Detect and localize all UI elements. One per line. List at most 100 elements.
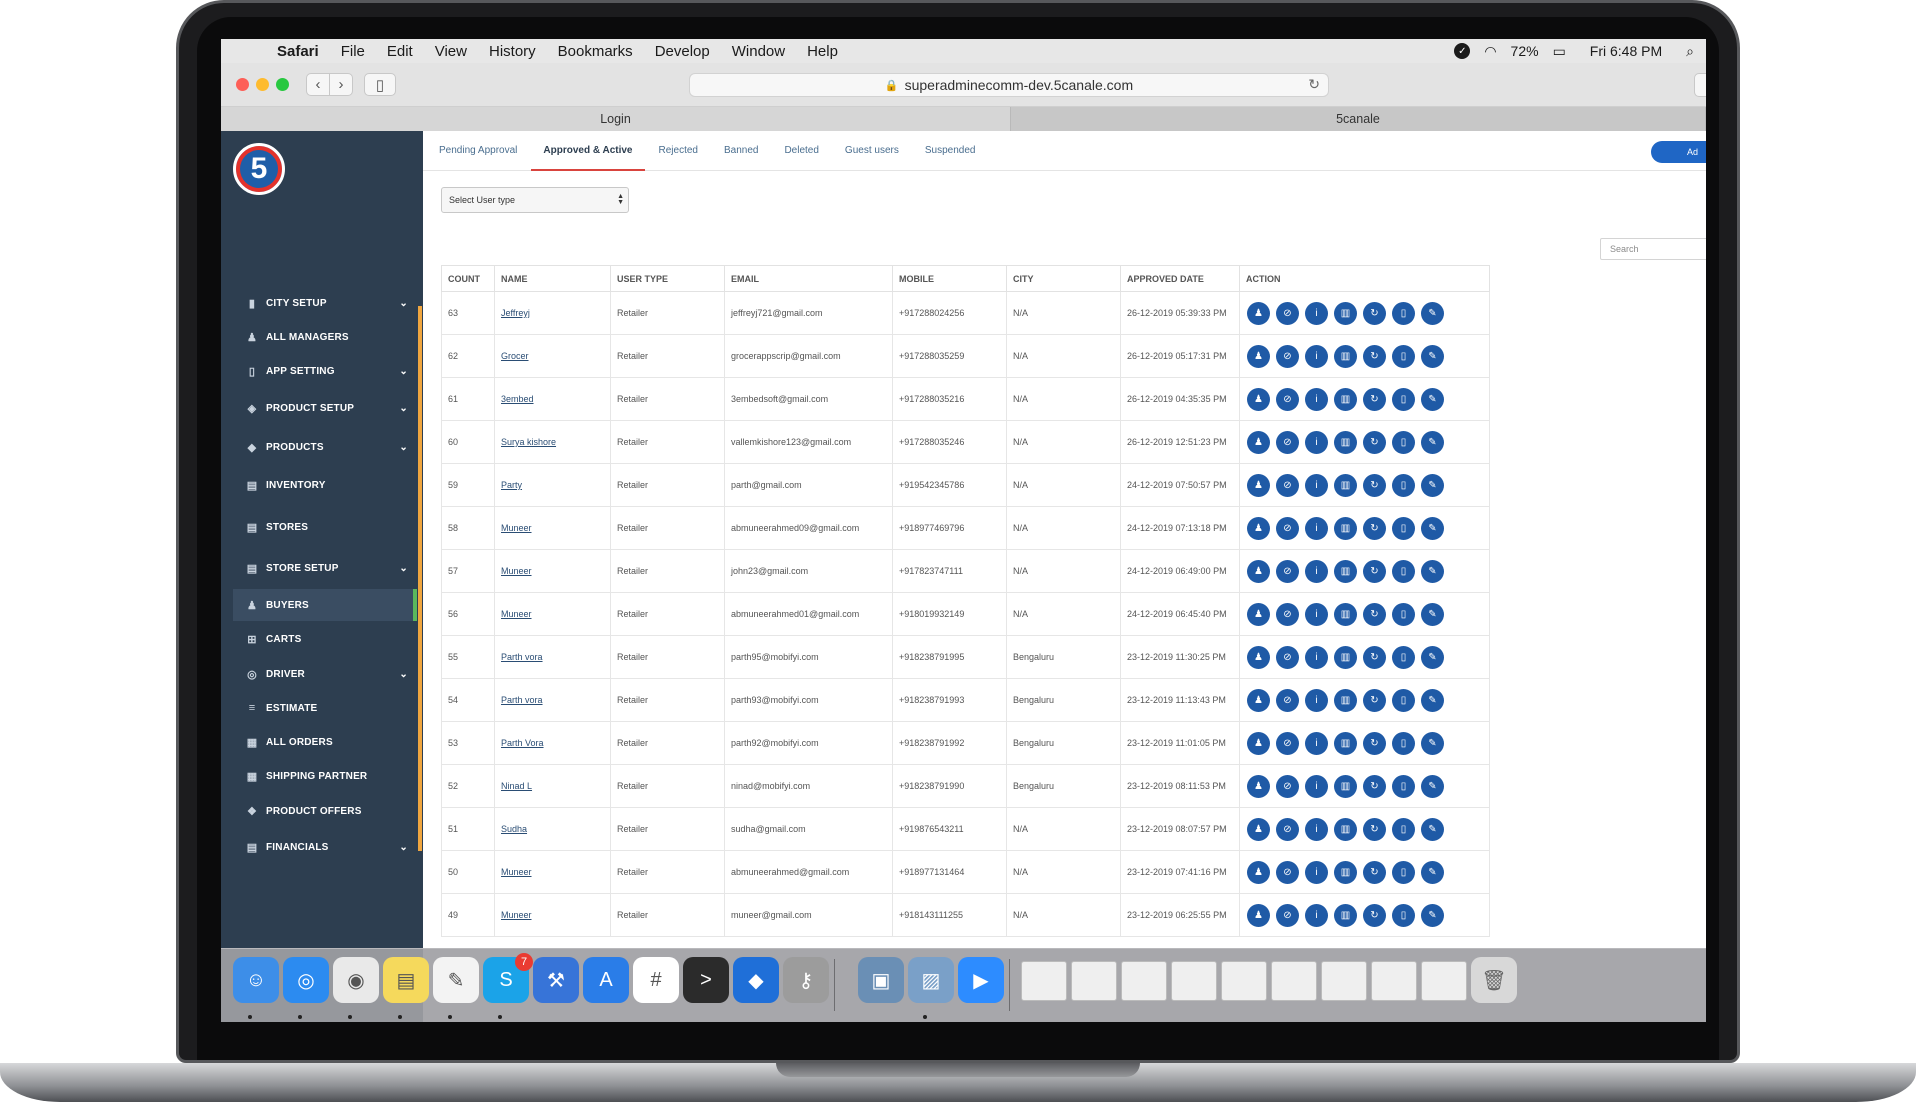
mobile-action-button[interactable]: ▯ (1392, 731, 1415, 755)
battery-icon[interactable]: ▭ (1553, 43, 1566, 60)
menu-app-name[interactable]: Safari (277, 43, 319, 60)
refresh-action-button[interactable]: ↻ (1363, 774, 1386, 798)
info-action-button[interactable]: i (1305, 473, 1328, 497)
trash-icon[interactable]: 🗑 (1471, 957, 1517, 1003)
trash-action-button[interactable]: ▥ (1334, 688, 1357, 712)
col-user-type[interactable]: USER TYPE (610, 265, 725, 292)
col-name[interactable]: NAME (494, 265, 611, 292)
edit-action-button[interactable]: ✎ (1421, 731, 1444, 755)
user-action-button[interactable]: ♟ (1247, 602, 1270, 626)
chevron-down-icon[interactable]: ⌄ (399, 442, 408, 453)
user-action-button[interactable]: ♟ (1247, 430, 1270, 454)
cell-name[interactable]: Parth vora (494, 678, 611, 722)
menu-edit[interactable]: Edit (387, 43, 413, 60)
mobile-action-button[interactable]: ▯ (1392, 602, 1415, 626)
mobile-action-button[interactable]: ▯ (1392, 301, 1415, 325)
search-input[interactable]: Search (1600, 238, 1706, 260)
sidebar-item-driver[interactable]: ◎ DRIVER ⌄ (233, 658, 413, 690)
trash-action-button[interactable]: ▥ (1334, 473, 1357, 497)
minimized-window[interactable] (1021, 961, 1067, 1001)
dock-app-finder[interactable]: ☺ (233, 957, 279, 1003)
dock-app-skype[interactable]: S7 (483, 953, 533, 1003)
battery-percent[interactable]: 72% (1511, 43, 1539, 59)
ban-action-button[interactable]: ⊘ (1276, 817, 1299, 841)
info-action-button[interactable]: i (1305, 301, 1328, 325)
browser-tab-login[interactable]: Login (221, 107, 1011, 131)
refresh-action-button[interactable]: ↻ (1363, 860, 1386, 884)
user-action-button[interactable]: ♟ (1247, 731, 1270, 755)
trash-action-button[interactable]: ▥ (1334, 774, 1357, 798)
sidebar-item-city-setup[interactable]: ▮ CITY SETUP ⌄ (233, 287, 413, 319)
refresh-action-button[interactable]: ↻ (1363, 645, 1386, 669)
refresh-action-button[interactable]: ↻ (1363, 688, 1386, 712)
dock-app-textedit[interactable]: ✎ (433, 957, 479, 1003)
refresh-action-button[interactable]: ↻ (1363, 473, 1386, 497)
edit-action-button[interactable]: ✎ (1421, 473, 1444, 497)
dock-app-chrome[interactable]: ◉ (333, 957, 379, 1003)
sidebar-item-stores[interactable]: ▤ STORES (233, 511, 413, 543)
minimized-window[interactable] (1371, 961, 1417, 1001)
user-action-button[interactable]: ♟ (1247, 817, 1270, 841)
cell-name[interactable]: Muneer (494, 506, 611, 550)
info-action-button[interactable]: i (1305, 602, 1328, 626)
col-approved-date[interactable]: APPROVED DATE (1120, 265, 1240, 292)
trash-action-button[interactable]: ▥ (1334, 301, 1357, 325)
trash-action-button[interactable]: ▥ (1334, 602, 1357, 626)
sidebar-item-estimate[interactable]: ≡ ESTIMATE (233, 692, 413, 724)
sidebar-item-product-setup[interactable]: ◈ PRODUCT SETUP ⌄ (233, 392, 413, 424)
edit-action-button[interactable]: ✎ (1421, 430, 1444, 454)
ban-action-button[interactable]: ⊘ (1276, 301, 1299, 325)
mobile-action-button[interactable]: ▯ (1392, 516, 1415, 540)
menu-bookmarks[interactable]: Bookmarks (558, 43, 633, 60)
trash-action-button[interactable]: ▥ (1334, 645, 1357, 669)
edit-action-button[interactable]: ✎ (1421, 903, 1444, 927)
close-window-button[interactable] (236, 78, 249, 91)
chevron-down-icon[interactable]: ⌄ (399, 842, 408, 853)
browser-tab-5canale[interactable]: 5canale (1011, 107, 1706, 131)
menu-file[interactable]: File (341, 43, 365, 60)
trash-action-button[interactable]: ▥ (1334, 430, 1357, 454)
refresh-action-button[interactable]: ↻ (1363, 559, 1386, 583)
ban-action-button[interactable]: ⊘ (1276, 473, 1299, 497)
edit-action-button[interactable]: ✎ (1421, 344, 1444, 368)
minimized-window[interactable] (1071, 961, 1117, 1001)
forward-button[interactable]: › (329, 73, 353, 96)
info-action-button[interactable]: i (1305, 559, 1328, 583)
menu-help[interactable]: Help (807, 43, 838, 60)
spotlight-search-icon[interactable]: ⌕ (1686, 43, 1694, 60)
minimized-window[interactable] (1121, 961, 1167, 1001)
mobile-action-button[interactable]: ▯ (1392, 344, 1415, 368)
edit-action-button[interactable]: ✎ (1421, 516, 1444, 540)
sidebar-item-carts[interactable]: ⊞ CARTS (233, 623, 413, 655)
col-city[interactable]: CITY (1006, 265, 1121, 292)
edit-action-button[interactable]: ✎ (1421, 860, 1444, 884)
menu-history[interactable]: History (489, 43, 536, 60)
add-button[interactable]: Ad (1651, 141, 1706, 163)
sidebar-item-buyers[interactable]: ♟ BUYERS (233, 589, 417, 621)
user-action-button[interactable]: ♟ (1247, 903, 1270, 927)
refresh-action-button[interactable]: ↻ (1363, 387, 1386, 411)
mobile-action-button[interactable]: ▯ (1392, 774, 1415, 798)
chevron-down-icon[interactable]: ⌄ (399, 298, 408, 309)
edit-action-button[interactable]: ✎ (1421, 602, 1444, 626)
info-action-button[interactable]: i (1305, 860, 1328, 884)
col-count[interactable]: COUNT (441, 265, 495, 292)
edit-action-button[interactable]: ✎ (1421, 645, 1444, 669)
chevron-down-icon[interactable]: ⌄ (399, 669, 408, 680)
ban-action-button[interactable]: ⊘ (1276, 516, 1299, 540)
sidebar-item-all-orders[interactable]: ▦ ALL ORDERS (233, 726, 413, 758)
cell-name[interactable]: Muneer (494, 549, 611, 593)
user-type-select[interactable]: Select User type ▲ ▼ (441, 187, 629, 213)
edit-action-button[interactable]: ✎ (1421, 301, 1444, 325)
dock-app-app-store[interactable]: A (583, 957, 629, 1003)
reload-icon[interactable]: ↻ (1308, 76, 1320, 93)
info-action-button[interactable]: i (1305, 430, 1328, 454)
tab-pending-approval[interactable]: Pending Approval (439, 131, 517, 171)
menu-window[interactable]: Window (732, 43, 785, 60)
user-action-button[interactable]: ♟ (1247, 645, 1270, 669)
trash-action-button[interactable]: ▥ (1334, 559, 1357, 583)
refresh-action-button[interactable]: ↻ (1363, 602, 1386, 626)
info-action-button[interactable]: i (1305, 688, 1328, 712)
cell-name[interactable]: 3embed (494, 377, 611, 421)
ban-action-button[interactable]: ⊘ (1276, 645, 1299, 669)
